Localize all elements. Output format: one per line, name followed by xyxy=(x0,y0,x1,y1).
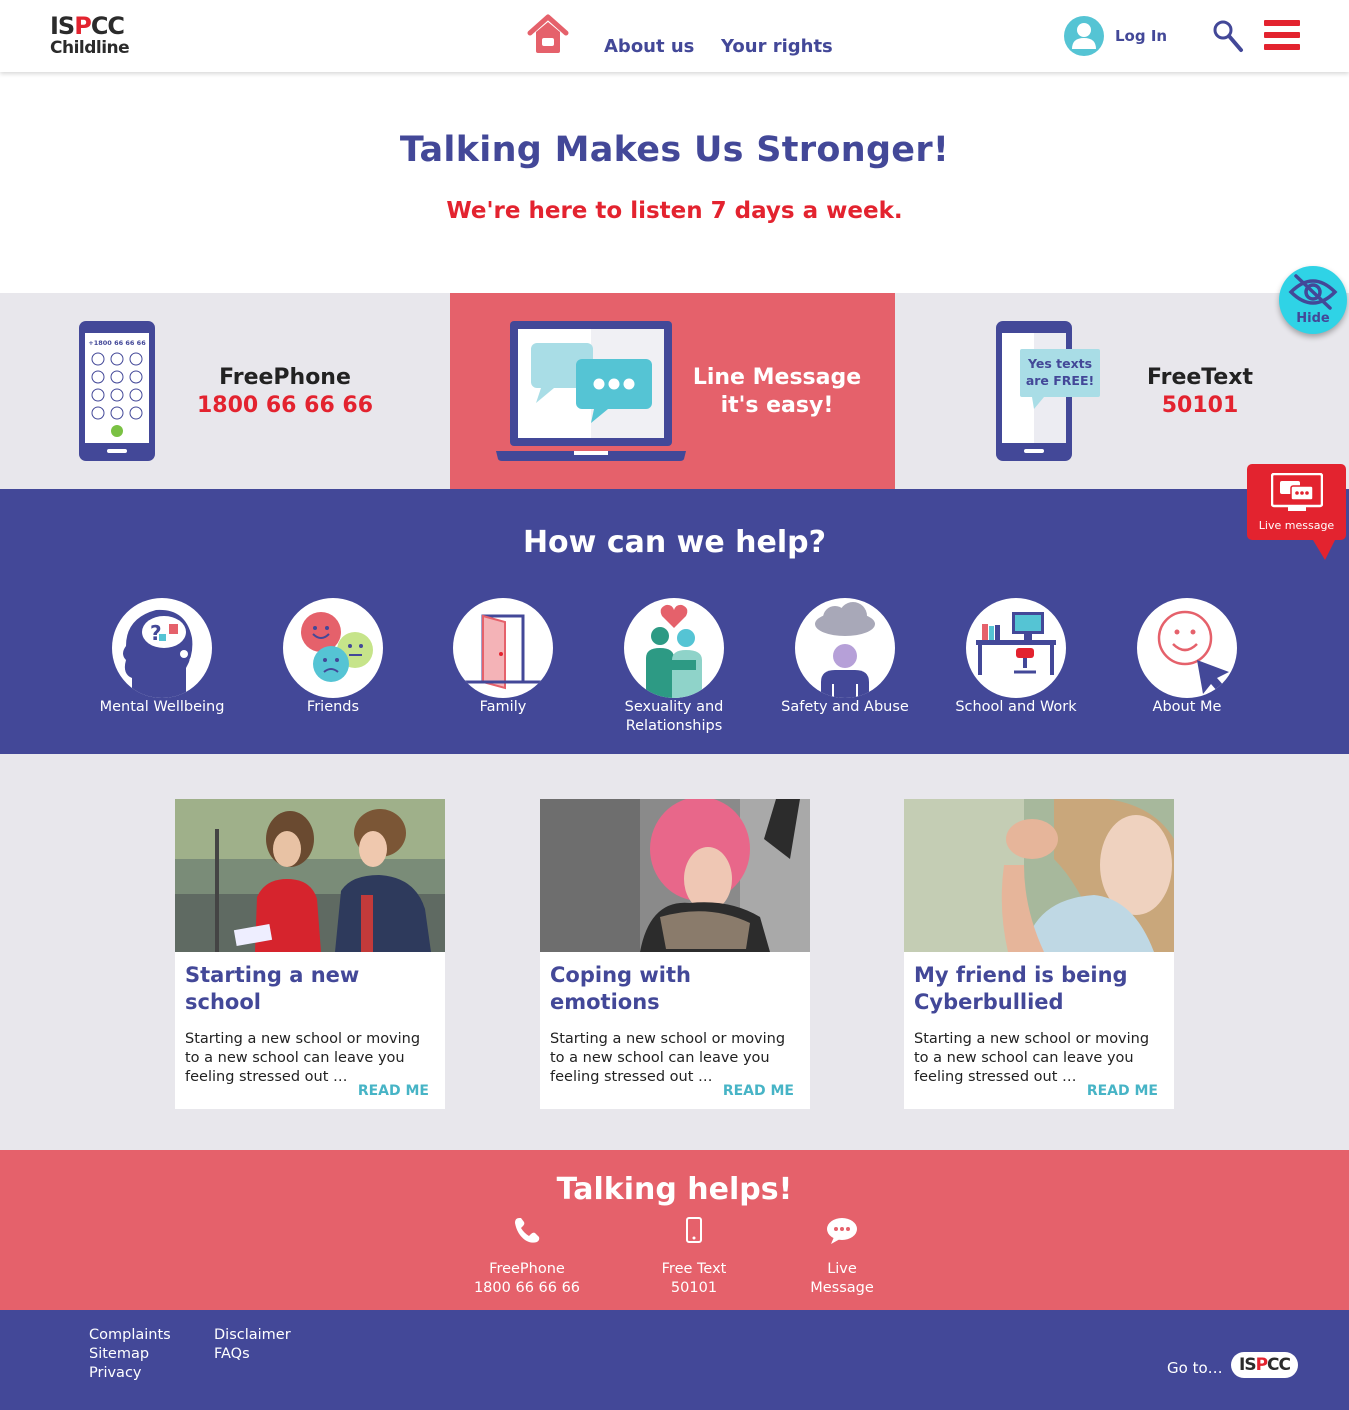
topic-sexuality-relationships[interactable]: Sexuality and Relationships xyxy=(589,598,759,736)
topic-label-line2: Relationships xyxy=(625,718,723,734)
topic-label: Friends xyxy=(306,699,360,715)
hero-subtitle: We're here to listen 7 days a week. xyxy=(446,198,903,224)
laptop-chat-illustration xyxy=(496,321,686,463)
hide-button[interactable]: Hide xyxy=(1279,266,1347,334)
mobile-icon xyxy=(624,1217,764,1260)
topic-label: Mental Wellbeing xyxy=(99,699,225,715)
article-excerpt: Starting a new school or moving to a new… xyxy=(550,1031,786,1085)
childline-logo[interactable]: ISPCC Childline xyxy=(50,14,140,60)
article-title: Coping with emotions xyxy=(550,963,691,1014)
topic-family[interactable]: Family xyxy=(418,598,588,717)
footer-link-privacy[interactable]: Privacy xyxy=(89,1364,171,1383)
school-desk-icon xyxy=(966,598,1066,698)
relationships-hug-icon xyxy=(624,598,724,698)
article-photo-pink-hair xyxy=(540,799,810,952)
logo-childline-text: Childline xyxy=(50,38,130,58)
texting-phone-illustration: Yes texts are FREE! xyxy=(996,321,1102,461)
topic-school-work[interactable]: School and Work xyxy=(931,598,1101,717)
topic-mental-wellbeing[interactable]: ? Mental Wellbeing xyxy=(77,598,247,717)
nav-about-us[interactable]: About us xyxy=(604,36,694,57)
live-message-button[interactable]: Live message xyxy=(1247,464,1346,560)
phone-icon xyxy=(457,1218,597,1260)
article-excerpt: Starting a new school or moving to a new… xyxy=(914,1031,1150,1085)
live-message-label: Live message xyxy=(1258,519,1335,532)
talking-helps-title: Talking helps! xyxy=(556,1172,793,1207)
hide-label: Hide xyxy=(1296,311,1330,326)
footer-link-sitemap[interactable]: Sitemap xyxy=(89,1345,171,1364)
topic-friends[interactable]: Friends xyxy=(248,598,418,717)
nav-your-rights[interactable]: Your rights xyxy=(721,36,833,57)
freephone-label: FreePhone xyxy=(219,365,351,390)
contact-options: +1800 66 66 66 FreePhone 1800 66 66 66 L… xyxy=(0,293,1349,489)
line-message-title: Line Message xyxy=(692,365,862,390)
menu-icon[interactable] xyxy=(1264,20,1300,50)
search-icon[interactable] xyxy=(1212,19,1244,53)
line-message-subtitle: it's easy! xyxy=(720,393,834,418)
topic-label: Safety and Abuse xyxy=(781,699,909,715)
ispcc-logo-link[interactable]: ISPCC xyxy=(1231,1352,1298,1378)
talking-helps-section: Talking helps! FreePhone 1800 66 66 66 F… xyxy=(0,1150,1349,1310)
site-header: ISPCC Childline About us Your rights Log… xyxy=(0,0,1349,72)
phone-keypad-illustration: +1800 66 66 66 xyxy=(79,321,155,461)
site-footer: Complaints Sitemap Privacy Disclaimer FA… xyxy=(0,1310,1349,1410)
chat-icon xyxy=(772,1218,912,1260)
article-photo-girl-hair xyxy=(904,799,1174,952)
footer-link-complaints[interactable]: Complaints xyxy=(89,1326,171,1345)
live-message-icon xyxy=(1270,472,1324,513)
article-card[interactable]: Starting a new school Starting a new sch… xyxy=(175,799,445,1109)
friends-faces-icon xyxy=(283,598,383,698)
safety-cloud-icon xyxy=(795,598,895,698)
login-link[interactable]: Log In xyxy=(1115,27,1167,45)
freephone-block[interactable]: FreePhone 1800 66 66 66 xyxy=(185,364,385,420)
freetext-label: FreeText xyxy=(1146,365,1254,390)
about-me-smiley-icon xyxy=(1137,598,1237,698)
footer-col-1: Complaints Sitemap Privacy xyxy=(89,1326,171,1383)
article-photo-students xyxy=(175,799,445,952)
talk-value: 1800 66 66 66 xyxy=(473,1280,581,1296)
bubble-line-2: are FREE! xyxy=(1026,373,1094,388)
user-icon[interactable] xyxy=(1064,16,1104,56)
home-icon[interactable] xyxy=(527,13,569,55)
article-excerpt: Starting a new school or moving to a new… xyxy=(185,1031,421,1085)
help-title: How can we help? xyxy=(522,525,827,560)
topic-about-me[interactable]: About Me xyxy=(1102,598,1272,717)
phone-screen-number: +1800 66 66 66 xyxy=(88,339,146,347)
talk-value: Message xyxy=(810,1280,874,1296)
family-door-icon xyxy=(453,598,553,698)
mental-wellbeing-icon: ? xyxy=(112,598,212,698)
talk-freephone[interactable]: FreePhone 1800 66 66 66 xyxy=(457,1218,597,1298)
topic-label: Family xyxy=(479,699,527,715)
article-title: Starting a new school xyxy=(185,963,360,1014)
article-card[interactable]: My friend is being Cyberbullied Starting… xyxy=(904,799,1174,1109)
help-section: How can we help? ? Mental Wellbeing Frie… xyxy=(0,489,1349,754)
hide-eye-icon xyxy=(1288,274,1338,310)
topic-label: School and Work xyxy=(955,699,1077,715)
article-title: My friend is being Cyberbullied xyxy=(914,963,1128,1014)
talk-value: 50101 xyxy=(670,1280,718,1296)
freetext-block[interactable]: FreeText 50101 xyxy=(1110,364,1290,420)
svg-text:?: ? xyxy=(150,621,162,645)
footer-link-faqs[interactable]: FAQs xyxy=(214,1345,291,1364)
article-card[interactable]: Coping with emotions Starting a new scho… xyxy=(540,799,810,1109)
freephone-number: 1800 66 66 66 xyxy=(196,393,374,418)
talk-live-message[interactable]: Live Message xyxy=(772,1218,912,1298)
line-message-panel[interactable]: Line Message it's easy! xyxy=(450,293,895,489)
footer-col-2: Disclaimer FAQs xyxy=(214,1326,291,1364)
footer-link-disclaimer[interactable]: Disclaimer xyxy=(214,1326,291,1345)
goto-label: Go to… xyxy=(1167,1359,1223,1377)
bubble-line-1: Yes texts xyxy=(1027,356,1092,371)
hero-title: Talking Makes Us Stronger! xyxy=(399,130,950,170)
logo-ispcc-text: ISPCC xyxy=(50,12,125,40)
articles-section: Starting a new school Starting a new sch… xyxy=(0,754,1349,1150)
topic-safety-abuse[interactable]: Safety and Abuse xyxy=(760,598,930,717)
topic-label: About Me xyxy=(1152,699,1222,715)
talk-label: Live xyxy=(827,1261,857,1277)
topic-label: Sexuality and xyxy=(624,699,724,715)
talk-free-text[interactable]: Free Text 50101 xyxy=(624,1217,764,1298)
freetext-number: 50101 xyxy=(1161,393,1239,418)
talk-label: FreePhone xyxy=(489,1261,565,1277)
talk-label: Free Text xyxy=(661,1261,727,1277)
